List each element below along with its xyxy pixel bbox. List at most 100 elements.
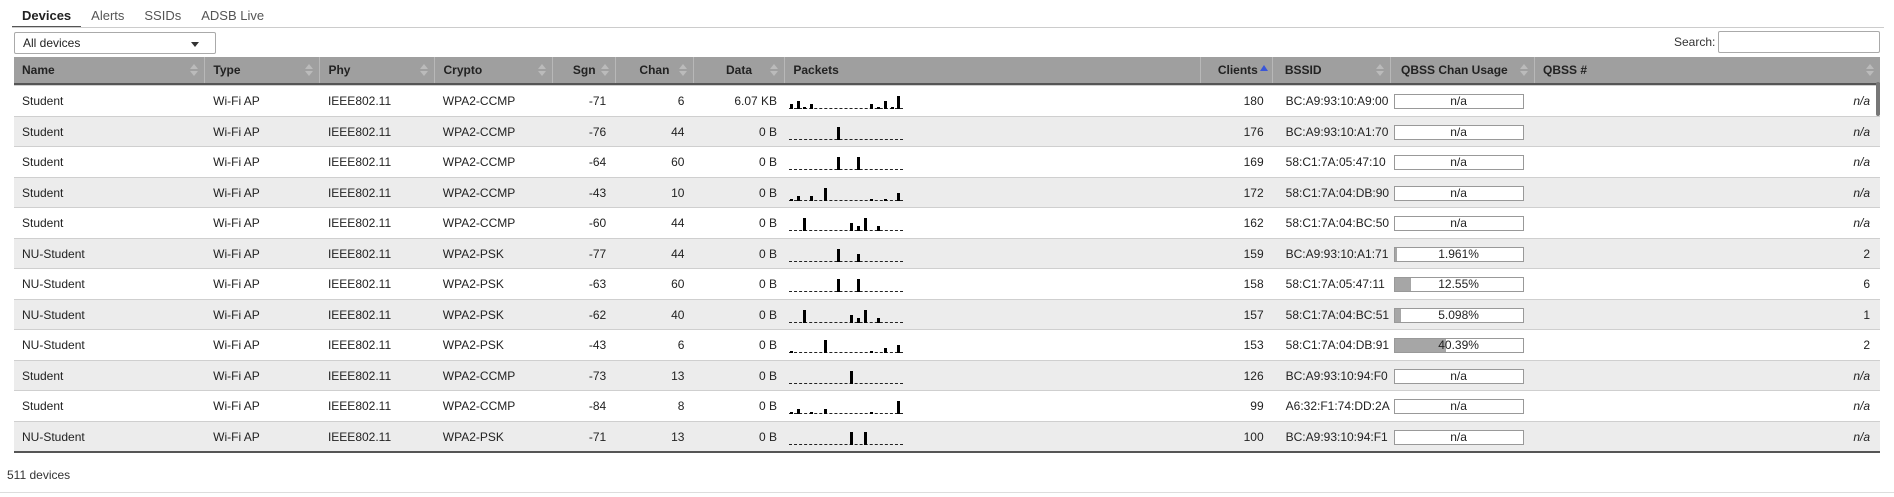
cell-clients: 100 (1243, 429, 1264, 444)
cell-qbss-chan-usage: 40.39% (1392, 330, 1536, 360)
col-header-qbss-chan-usage[interactable]: QBSS Chan Usage (1391, 57, 1535, 83)
cell-signal: -77 (588, 246, 607, 261)
packets-bar (897, 401, 901, 414)
col-header-label: Name (22, 63, 55, 77)
cell-name: NU-Student (22, 338, 85, 352)
cell-qbss-count: 2 (1863, 338, 1870, 352)
cell-data: 0 B (759, 307, 778, 322)
col-header-clients[interactable]: Clients (1201, 57, 1273, 83)
cell-channel: 44 (671, 124, 685, 139)
packets-sparkline (789, 247, 904, 262)
tab-devices[interactable]: Devices (12, 4, 82, 28)
sparkline-baseline (789, 138, 904, 140)
qbss-usage-label: 12.55% (1438, 277, 1479, 291)
table-scrollbar-thumb[interactable] (1876, 82, 1880, 116)
table-row[interactable]: NU-Student Wi-Fi AP IEEE802.11 WPA2-PSK -71 1… (14, 420, 1880, 451)
packets-sparkline (789, 308, 904, 323)
col-header-type[interactable]: Type (205, 57, 321, 83)
tab-adsb-live[interactable]: ADSB Live (191, 4, 274, 28)
col-header-bssid[interactable]: BSSID (1273, 57, 1391, 83)
packets-sparkline (789, 186, 904, 201)
cell-qbss-chan-usage: n/a (1392, 391, 1536, 421)
qbss-usage-meter: n/a (1393, 185, 1524, 201)
cell-clients: 158 (1243, 277, 1264, 291)
cell-type: Wi-Fi AP (213, 277, 260, 291)
table-row[interactable]: Student Wi-Fi AP IEEE802.11 WPA2-CCMP -43 10 0… (14, 176, 1880, 208)
bottom-divider (0, 492, 1894, 493)
cell-data: 6.07 KB (734, 94, 778, 108)
packets-bar (890, 107, 894, 109)
tab-ssids[interactable]: SSIDs (134, 4, 191, 28)
search-input[interactable] (1718, 31, 1880, 53)
table-row[interactable]: NU-Student Wi-Fi AP IEEE802.11 WPA2-PSK -77 4… (14, 237, 1880, 268)
table-row[interactable]: Student Wi-Fi AP IEEE802.11 WPA2-CCMP -76 44 0… (14, 115, 1880, 147)
cell-crypto: WPA2-PSK (442, 246, 504, 261)
cell-name: NU-Student (22, 307, 85, 322)
cell-qbss-count: n/a (1853, 399, 1870, 413)
cell-crypto: WPA2-CCMP (442, 399, 516, 413)
col-header-chan[interactable]: Chan (616, 57, 694, 83)
cell-crypto: WPA2-PSK (442, 277, 504, 291)
packets-bar (857, 226, 861, 231)
qbss-usage-label: n/a (1450, 216, 1467, 230)
col-header-packets[interactable]: Packets (785, 57, 1202, 83)
table-row[interactable]: NU-Student Wi-Fi AP IEEE802.11 WPA2-PSK -63 6… (14, 268, 1880, 299)
packets-bar (857, 157, 861, 170)
cell-qbss-chan-usage: n/a (1392, 147, 1536, 177)
packets-bar (877, 107, 881, 109)
cell-qbss-chan-usage: n/a (1392, 86, 1536, 116)
packets-bar (850, 431, 854, 445)
table-row[interactable]: NU-Student Wi-Fi AP IEEE802.11 WPA2-PSK -62 4… (14, 298, 1880, 329)
cell-name: Student (22, 216, 64, 230)
table-row[interactable]: Student Wi-Fi AP IEEE802.11 WPA2-CCMP -64 60 0… (14, 146, 1880, 177)
cell-signal: -43 (588, 338, 607, 352)
table-row[interactable]: Student Wi-Fi AP IEEE802.11 WPA2-CCMP -71 6 6.… (14, 85, 1880, 116)
cell-qbss-count: n/a (1853, 429, 1870, 444)
col-header-phy[interactable]: Phy (320, 57, 436, 83)
cell-packets (787, 117, 1203, 147)
qbss-usage-meter: 1.961% (1393, 246, 1524, 262)
table-row[interactable]: Student Wi-Fi AP IEEE802.11 WPA2-CCMP -73 13 0… (14, 359, 1880, 390)
cell-channel: 13 (671, 429, 685, 444)
tab-bar: Devices Alerts SSIDs ADSB Live (12, 4, 274, 28)
sort-icon (190, 64, 199, 76)
cell-channel: 44 (671, 216, 685, 230)
table-row[interactable]: Student Wi-Fi AP IEEE802.11 WPA2-CCMP -84 8 0 … (14, 390, 1880, 421)
cell-phy: IEEE802.11 (327, 216, 392, 230)
device-filter-select[interactable]: All devices (14, 32, 216, 54)
cell-qbss-count: n/a (1853, 185, 1870, 200)
table-row[interactable]: Student Wi-Fi AP IEEE802.11 WPA2-CCMP -60 44 0… (14, 207, 1880, 238)
cell-crypto: WPA2-CCMP (442, 155, 516, 169)
col-header-crypto[interactable]: Crypto (435, 57, 554, 83)
table-header: Name Type Phy Crypto Sgn Chan Data Packe… (14, 57, 1880, 85)
table-row[interactable]: NU-Student Wi-Fi AP IEEE802.11 WPA2-PSK -43 6… (14, 329, 1880, 360)
cell-clients: 172 (1243, 185, 1264, 200)
col-header-qbss-count[interactable]: QBSS # (1535, 57, 1880, 83)
cell-phy: IEEE802.11 (327, 277, 392, 291)
cell-qbss-chan-usage: n/a (1392, 178, 1536, 208)
packets-bar (803, 218, 807, 231)
cell-clients: 157 (1243, 307, 1264, 322)
packets-bar (897, 192, 901, 201)
qbss-usage-meter: 5.098% (1393, 307, 1524, 323)
packets-sparkline (789, 369, 904, 384)
cell-packets (787, 208, 1203, 238)
tab-alerts[interactable]: Alerts (81, 4, 134, 28)
cell-bssid: BC:A9:93:10:94:F0 (1285, 368, 1388, 383)
col-header-data[interactable]: Data (694, 57, 786, 83)
cell-phy: IEEE802.11 (327, 307, 392, 322)
cell-name: Student (22, 94, 64, 108)
packets-bar (803, 107, 807, 109)
cell-bssid: BC:A9:93:10:A1:70 (1285, 124, 1389, 139)
packets-bar (823, 409, 827, 414)
packets-bar (803, 309, 807, 323)
packets-bar (850, 370, 854, 384)
cell-bssid: BC:A9:93:10:A9:00 (1285, 94, 1389, 108)
col-header-name[interactable]: Name (14, 57, 206, 83)
packets-sparkline (789, 338, 904, 353)
packets-bar (863, 431, 867, 445)
packets-sparkline (789, 216, 904, 231)
cell-type: Wi-Fi AP (213, 399, 260, 413)
col-header-sgn[interactable]: Sgn (553, 57, 617, 83)
cell-phy: IEEE802.11 (327, 399, 392, 413)
